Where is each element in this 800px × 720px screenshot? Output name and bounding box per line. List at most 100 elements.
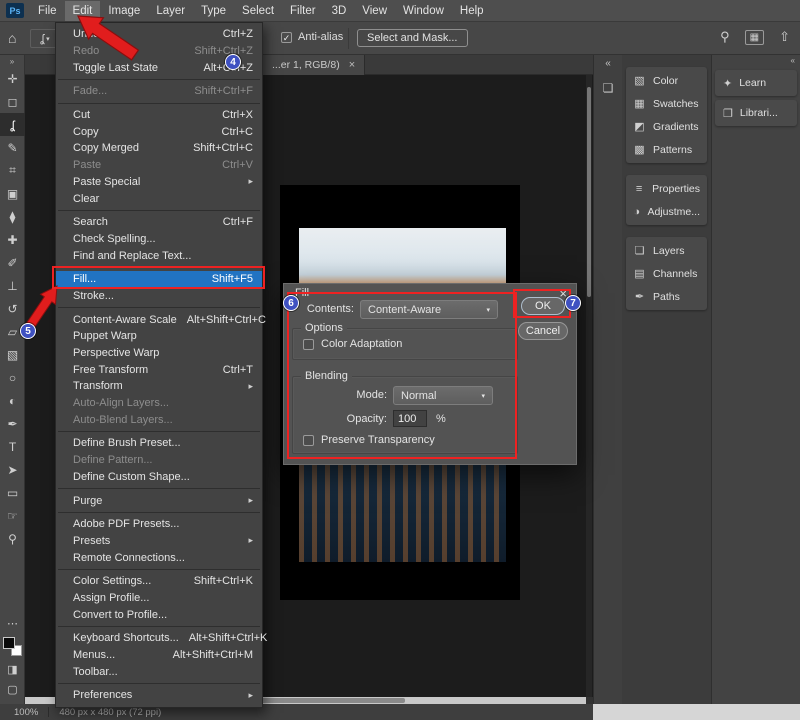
- panel-adjustments[interactable]: ◑ Adjustme...: [626, 200, 707, 223]
- panel-swatches[interactable]: ▦ Swatches: [626, 92, 707, 115]
- menu-help[interactable]: Help: [452, 1, 492, 21]
- menu-item-define-brush-preset[interactable]: Define Brush Preset...: [56, 435, 262, 452]
- panel-layers[interactable]: ❏ Layers: [626, 239, 707, 262]
- menu-item-transform[interactable]: Transform ▸: [56, 378, 262, 395]
- select-and-mask-button[interactable]: Select and Mask...: [357, 29, 468, 47]
- menu-item-color-settings[interactable]: Color Settings... Shift+Ctrl+K: [56, 573, 262, 590]
- hand-tool[interactable]: ☞: [0, 504, 25, 527]
- menu-filter[interactable]: Filter: [282, 1, 324, 21]
- ok-button[interactable]: OK: [521, 297, 565, 315]
- menu-item-perspective-warp[interactable]: Perspective Warp: [56, 345, 262, 362]
- menu-item-menus[interactable]: Menus... Alt+Shift+Ctrl+M: [56, 647, 262, 664]
- menu-item-free-transform[interactable]: Free Transform Ctrl+T: [56, 361, 262, 378]
- panel-color[interactable]: ▧ Color: [626, 69, 707, 92]
- panel-channels[interactable]: ▤ Channels: [626, 262, 707, 285]
- clone-stamp-tool[interactable]: ⊥: [0, 274, 25, 297]
- menu-item-auto-align-layers[interactable]: Auto-Align Layers...: [56, 395, 262, 412]
- menu-image[interactable]: Image: [100, 1, 148, 21]
- preserve-transparency-option[interactable]: Preserve Transparency: [303, 434, 435, 446]
- document-tab[interactable]: ...er 1, RGB/8) ×: [263, 55, 365, 75]
- menu-item-search[interactable]: Search Ctrl+F: [56, 214, 262, 231]
- menu-item-content-aware-scale[interactable]: Content-Aware Scale Alt+Shift+Ctrl+C: [56, 311, 262, 328]
- shape-tool[interactable]: ▭: [0, 481, 25, 504]
- menu-layer[interactable]: Layer: [148, 1, 193, 21]
- foreground-color-swatch[interactable]: [3, 637, 15, 649]
- preserve-transparency-checkbox[interactable]: [303, 435, 314, 446]
- menu-3d[interactable]: 3D: [324, 1, 355, 21]
- panel-paths[interactable]: ✒ Paths: [626, 285, 707, 308]
- opacity-input[interactable]: [393, 410, 427, 427]
- vertical-scrollbar[interactable]: [586, 75, 592, 697]
- menu-item-fill[interactable]: Fill... Shift+F5: [56, 271, 262, 288]
- panel-properties[interactable]: ≡ Properties: [626, 177, 707, 200]
- menu-item-convert-to-profile[interactable]: Convert to Profile...: [56, 606, 262, 623]
- marquee-tool[interactable]: ◻: [0, 90, 25, 113]
- menu-item-presets[interactable]: Presets ▸: [56, 533, 262, 550]
- lasso-tool[interactable]: ʆ: [0, 113, 25, 136]
- crop-tool[interactable]: ⌗: [0, 159, 25, 182]
- cancel-button[interactable]: Cancel: [518, 322, 568, 340]
- frame-tool[interactable]: ▣: [0, 182, 25, 205]
- screen-mode-icon[interactable]: ▢: [7, 683, 17, 696]
- menu-item-stroke[interactable]: Stroke...: [56, 288, 262, 305]
- menu-view[interactable]: View: [354, 1, 395, 21]
- dodge-tool[interactable]: ◐: [0, 389, 25, 412]
- history-brush-tool[interactable]: ↺: [0, 297, 25, 320]
- menu-item-puppet-warp[interactable]: Puppet Warp: [56, 328, 262, 345]
- menu-item-adobe-pdf-presets[interactable]: Adobe PDF Presets...: [56, 516, 262, 533]
- menu-item-paste[interactable]: Paste Ctrl+V: [56, 157, 262, 174]
- anti-alias-checkbox[interactable]: ✓: [281, 32, 292, 43]
- menu-file[interactable]: File: [30, 1, 65, 21]
- menu-item-define-pattern[interactable]: Define Pattern...: [56, 452, 262, 469]
- menu-item-cut[interactable]: Cut Ctrl+X: [56, 107, 262, 124]
- menu-item-copy[interactable]: Copy Ctrl+C: [56, 123, 262, 140]
- quick-mask-icon[interactable]: ◨: [7, 663, 17, 676]
- menu-item-clear[interactable]: Clear: [56, 190, 262, 207]
- collapsed-panel-icon[interactable]: ❏: [594, 81, 622, 95]
- edit-toolbar-icon[interactable]: ⋯: [7, 617, 18, 630]
- document-info[interactable]: 480 px x 480 px (72 ppi): [59, 707, 161, 718]
- share-icon[interactable]: ⇧: [779, 29, 790, 45]
- menu-item-purge[interactable]: Purge ▸: [56, 492, 262, 509]
- panel-gradients[interactable]: ◩ Gradients: [626, 115, 707, 138]
- panel-patterns[interactable]: ▩ Patterns: [626, 138, 707, 161]
- horizontal-scrollbar-thumb[interactable]: [245, 698, 405, 703]
- menu-item-check-spelling[interactable]: Check Spelling...: [56, 231, 262, 248]
- menu-item-remote-connections[interactable]: Remote Connections...: [56, 549, 262, 566]
- healing-brush-tool[interactable]: ✚: [0, 228, 25, 251]
- foreground-background-colors[interactable]: [3, 637, 22, 656]
- panel-learn[interactable]: ✦ Learn: [715, 70, 797, 96]
- eyedropper-tool[interactable]: ⧫: [0, 205, 25, 228]
- gradient-tool[interactable]: ▧: [0, 343, 25, 366]
- menu-item-undo[interactable]: Undo Ctrl+Z: [56, 26, 262, 43]
- color-adaptation-option[interactable]: Color Adaptation: [303, 338, 402, 350]
- path-selection-tool[interactable]: ➤: [0, 458, 25, 481]
- menu-item-toolbar[interactable]: Toolbar...: [56, 663, 262, 680]
- zoom-level[interactable]: 100%: [14, 707, 38, 718]
- menu-item-auto-blend-layers[interactable]: Auto-Blend Layers...: [56, 411, 262, 428]
- mode-dropdown[interactable]: Normal ▾: [393, 386, 493, 405]
- menu-select[interactable]: Select: [234, 1, 282, 21]
- menu-item-keyboard-shortcuts[interactable]: Keyboard Shortcuts... Alt+Shift+Ctrl+K: [56, 630, 262, 647]
- menu-item-find-replace[interactable]: Find and Replace Text...: [56, 247, 262, 264]
- brush-tool[interactable]: ✐: [0, 251, 25, 274]
- vertical-scrollbar-thumb[interactable]: [587, 87, 591, 297]
- blur-tool[interactable]: ○: [0, 366, 25, 389]
- anti-alias-option[interactable]: ✓ Anti-alias: [281, 31, 343, 43]
- panel-libraries[interactable]: ❐ Librari...: [715, 100, 797, 126]
- close-tab-icon[interactable]: ×: [349, 59, 355, 71]
- menu-item-paste-special[interactable]: Paste Special ▸: [56, 174, 262, 191]
- menu-item-assign-profile[interactable]: Assign Profile...: [56, 590, 262, 607]
- toolbar-expand-icon[interactable]: »: [0, 55, 24, 67]
- menu-item-preferences[interactable]: Preferences ▸: [56, 687, 262, 704]
- color-adaptation-checkbox[interactable]: [303, 339, 314, 350]
- workspace-switcher-icon[interactable]: ▦: [745, 30, 764, 45]
- menu-window[interactable]: Window: [395, 1, 452, 21]
- collapse-panels-icon[interactable]: «: [712, 55, 800, 66]
- zoom-tool[interactable]: ⚲: [0, 527, 25, 550]
- contents-dropdown[interactable]: Content-Aware ▾: [360, 300, 498, 319]
- menu-item-define-custom-shape[interactable]: Define Custom Shape...: [56, 469, 262, 486]
- pen-tool[interactable]: ✒: [0, 412, 25, 435]
- type-tool[interactable]: T: [0, 435, 25, 458]
- expand-panels-icon[interactable]: «: [594, 55, 622, 69]
